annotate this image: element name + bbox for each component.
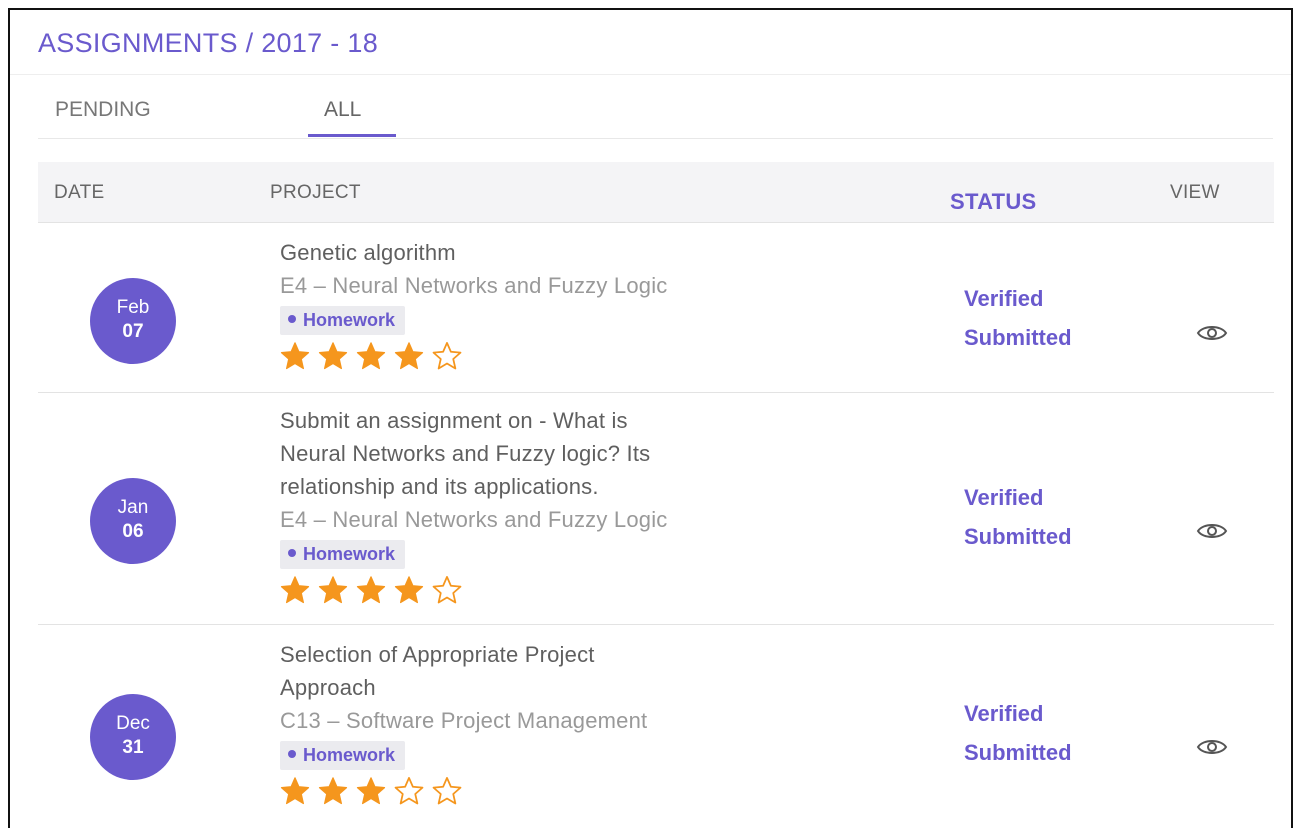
eye-icon[interactable]	[1196, 520, 1228, 542]
status-cell: Verified Submitted	[964, 694, 1164, 772]
status-cell: Verified Submitted	[964, 279, 1164, 357]
eye-icon-svg	[1196, 326, 1228, 340]
page-title: ASSIGNMENTS / 2017 - 18	[38, 28, 379, 58]
tag-label: Homework	[303, 310, 396, 330]
date-badge: Feb 07	[90, 278, 176, 364]
column-header-project: PROJECT	[270, 182, 361, 203]
date-month: Feb	[116, 297, 150, 318]
project-title-line: Genetic algorithm	[280, 240, 456, 265]
star-empty-icon	[432, 777, 462, 805]
date-badge: Dec 31	[90, 694, 176, 780]
project-title[interactable]: Selection of Appropriate Project Approac…	[280, 638, 890, 704]
eye-icon[interactable]	[1196, 322, 1228, 344]
star-filled-icon	[356, 576, 386, 604]
star-empty-icon	[432, 576, 462, 604]
project-title[interactable]: Submit an assignment on - What is Neural…	[280, 404, 890, 503]
homework-tag: Homework	[280, 540, 406, 569]
eye-icon[interactable]	[1196, 736, 1228, 758]
date-day: 06	[122, 521, 144, 542]
bullet-icon	[288, 750, 296, 759]
star-filled-icon	[394, 576, 424, 604]
status-submitted: Submitted	[964, 325, 1072, 350]
project-title-line: Approach	[280, 675, 376, 700]
tag-label: Homework	[303, 745, 396, 765]
project-title-line: relationship and its applications.	[280, 474, 599, 499]
tab-pending[interactable]: PENDING	[55, 98, 151, 122]
column-header-view: VIEW	[1170, 182, 1220, 203]
table-header: DATE PROJECT STATUS VIEW	[38, 162, 1274, 223]
project-title-line: Neural Networks and Fuzzy logic? Its	[280, 441, 651, 466]
star-filled-icon	[318, 342, 348, 370]
course-name: E4 – Neural Networks and Fuzzy Logic	[280, 273, 668, 298]
homework-tag: Homework	[280, 741, 406, 770]
date-month: Jan	[117, 497, 149, 518]
status-submitted: Submitted	[964, 524, 1072, 549]
star-empty-icon	[432, 342, 462, 370]
status-submitted: Submitted	[964, 740, 1072, 765]
column-header-status: STATUS	[950, 189, 1037, 214]
tag-label: Homework	[303, 544, 396, 564]
status-cell: Verified Submitted	[964, 478, 1164, 556]
eye-icon-svg	[1196, 740, 1228, 754]
tab-bar: PENDING ALL	[38, 98, 1273, 139]
table-row: Dec 31 Selection of Appropriate Project …	[38, 624, 1274, 824]
status-verified: Verified	[964, 701, 1044, 726]
tab-all[interactable]: ALL	[324, 98, 361, 122]
project-title-line: Submit an assignment on - What is	[280, 408, 628, 433]
project-cell: Genetic algorithm E4 – Neural Networks a…	[280, 236, 890, 373]
star-filled-icon	[280, 576, 310, 604]
table-row: Feb 07 Genetic algorithm E4 – Neural Net…	[38, 222, 1274, 393]
date-day: 31	[122, 737, 144, 758]
homework-tag: Homework	[280, 306, 406, 335]
bullet-icon	[288, 549, 296, 558]
star-filled-icon	[394, 342, 424, 370]
assignments-panel: ASSIGNMENTS / 2017 - 18 PENDING ALL DATE…	[8, 8, 1293, 828]
star-empty-icon	[394, 777, 424, 805]
star-rating	[280, 341, 890, 373]
project-title-line: Selection of Appropriate Project	[280, 642, 595, 667]
active-tab-indicator	[308, 134, 396, 137]
project-cell: Submit an assignment on - What is Neural…	[280, 404, 890, 607]
date-badge: Jan 06	[90, 478, 176, 564]
date-month: Dec	[116, 713, 150, 734]
course-name: E4 – Neural Networks and Fuzzy Logic	[280, 507, 668, 532]
star-filled-icon	[280, 777, 310, 805]
star-rating	[280, 776, 890, 808]
date-day: 07	[122, 321, 144, 342]
star-rating	[280, 575, 890, 607]
project-cell: Selection of Appropriate Project Approac…	[280, 638, 890, 808]
divider	[10, 74, 1291, 75]
project-title[interactable]: Genetic algorithm	[280, 236, 890, 269]
status-verified: Verified	[964, 485, 1044, 510]
star-filled-icon	[356, 777, 386, 805]
column-header-date: DATE	[54, 182, 105, 203]
status-verified: Verified	[964, 286, 1044, 311]
eye-icon-svg	[1196, 524, 1228, 538]
bullet-icon	[288, 315, 296, 324]
star-filled-icon	[356, 342, 386, 370]
table-row: Jan 06 Submit an assignment on - What is…	[38, 392, 1274, 625]
course-name: C13 – Software Project Management	[280, 708, 648, 733]
star-filled-icon	[318, 576, 348, 604]
star-filled-icon	[280, 342, 310, 370]
star-filled-icon	[318, 777, 348, 805]
